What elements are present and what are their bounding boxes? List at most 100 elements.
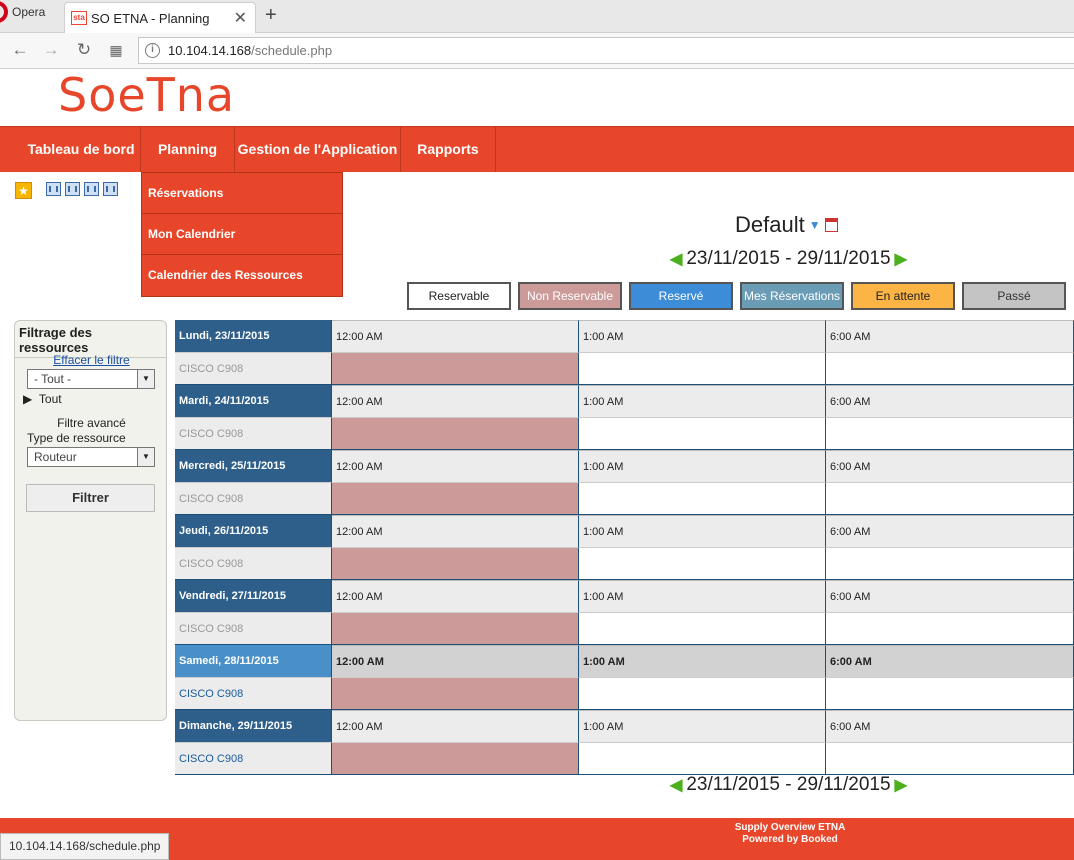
day-header-row: Mardi, 24/11/2015 12:00 AM 1:00 AM 6:00 AM	[175, 385, 1074, 417]
clear-filter-link[interactable]: Effacer le filtre	[15, 353, 168, 367]
tree-expand-icon[interactable]: ▶	[23, 392, 32, 406]
main-nav: Tableau de bord Planning Gestion de l'Ap…	[0, 126, 1074, 172]
resource-row: CISCO C908	[175, 612, 1074, 645]
favicon-icon: sta	[71, 11, 87, 25]
new-tab-icon[interactable]: +	[265, 4, 277, 27]
day-date: Samedi, 28/11/2015	[175, 645, 332, 677]
reload-icon[interactable]: ↻	[74, 40, 94, 60]
nav-planning[interactable]: Planning	[141, 127, 235, 172]
slot-reservable[interactable]	[579, 742, 826, 775]
view-day-icon[interactable]	[103, 182, 118, 196]
opera-menu-button[interactable]: Opera	[0, 0, 62, 24]
resource-name-link[interactable]: CISCO C908	[175, 742, 332, 775]
time-header: 6:00 AM	[826, 385, 1074, 417]
day-block: Vendredi, 27/11/2015 12:00 AM 1:00 AM 6:00 …	[175, 580, 1074, 645]
resource-name-link[interactable]: CISCO C908	[175, 612, 332, 645]
nav-rapports[interactable]: Rapports	[401, 127, 496, 172]
time-header: 6:00 AM	[826, 580, 1074, 612]
day-header-row: Vendredi, 27/11/2015 12:00 AM 1:00 AM 6:00 …	[175, 580, 1074, 612]
slot-reservable[interactable]	[826, 547, 1074, 580]
menu-item-reservations[interactable]: Réservations	[142, 173, 342, 214]
filter-button[interactable]: Filtrer	[26, 484, 155, 512]
legend-mes-r-servations: Mes Réservations	[740, 282, 844, 310]
site-logo[interactable]: SoeTna	[58, 68, 235, 122]
day-block: Samedi, 28/11/2015 12:00 AM 1:00 AM 6:00 AM…	[175, 645, 1074, 710]
day-block: Lundi, 23/11/2015 12:00 AM 1:00 AM 6:00 AM C…	[175, 320, 1074, 385]
date-navigation-bottom: ◀ 23/11/2015 - 29/11/2015 ▶	[670, 774, 907, 796]
legend-non-reservable: Non Reservable	[518, 282, 622, 310]
opera-logo-icon	[0, 1, 8, 23]
slot-reservable[interactable]	[579, 547, 826, 580]
prev-week-icon[interactable]: ◀	[670, 775, 682, 795]
next-week-icon[interactable]: ▶	[895, 249, 907, 269]
slot-reservable[interactable]	[826, 417, 1074, 450]
menu-item-mon-calendrier[interactable]: Mon Calendrier	[142, 214, 342, 255]
favorite-star-icon[interactable]: ★	[15, 182, 32, 199]
date-range: 23/11/2015 - 29/11/2015	[686, 248, 891, 269]
view-standard-icon[interactable]	[46, 182, 61, 196]
view-wide-icon[interactable]	[65, 182, 80, 196]
slot-reservable[interactable]	[579, 352, 826, 385]
slot-reservable[interactable]	[579, 612, 826, 645]
legend-reservable: Reservable	[407, 282, 511, 310]
time-header: 6:00 AM	[826, 320, 1074, 352]
slot-non-reservable	[332, 677, 579, 710]
tab-close-icon[interactable]: ✕	[234, 8, 247, 28]
legend-pass-: Passé	[962, 282, 1066, 310]
slot-reservable[interactable]	[826, 482, 1074, 515]
slot-reservable[interactable]	[826, 742, 1074, 775]
resource-name-link[interactable]: CISCO C908	[175, 352, 332, 385]
speed-dial-icon[interactable]: ▦	[106, 42, 126, 59]
resource-name-link[interactable]: CISCO C908	[175, 417, 332, 450]
resource-tree[interactable]: ▶ Tout	[23, 392, 62, 406]
date-navigation-top: ◀ 23/11/2015 - 29/11/2015 ▶	[670, 248, 907, 270]
calendar-icon[interactable]	[824, 218, 838, 232]
slot-reservable[interactable]	[826, 352, 1074, 385]
slot-non-reservable	[332, 742, 579, 775]
time-header: 6:00 AM	[826, 515, 1074, 547]
resource-name-link[interactable]: CISCO C908	[175, 677, 332, 710]
time-header: 1:00 AM	[579, 385, 826, 417]
nav-gestion-application[interactable]: Gestion de l'Application	[235, 127, 401, 172]
browser-tabbar: Opera sta SO ETNA - Planning ✕ +	[0, 0, 1074, 33]
time-header: 12:00 AM	[332, 385, 579, 417]
time-header: 12:00 AM	[332, 645, 579, 677]
footer-line2: Powered by Booked	[742, 834, 838, 845]
time-header: 12:00 AM	[332, 580, 579, 612]
resource-type-label: Type de ressource	[27, 431, 126, 445]
browser-tab[interactable]: sta SO ETNA - Planning ✕	[64, 2, 256, 33]
nav-tableau-de-bord[interactable]: Tableau de bord	[22, 127, 141, 172]
day-block: Mardi, 24/11/2015 12:00 AM 1:00 AM 6:00 AM C…	[175, 385, 1074, 450]
url-field[interactable]: i 10.104.14.168 /schedule.php	[138, 37, 1074, 64]
time-header: 1:00 AM	[579, 320, 826, 352]
time-header: 12:00 AM	[332, 320, 579, 352]
back-icon[interactable]: ←	[10, 40, 30, 60]
status-bar-url: 10.104.14.168/schedule.php	[0, 833, 170, 860]
resource-name-link[interactable]: CISCO C908	[175, 547, 332, 580]
schedule-dropdown-icon[interactable]: ▼	[809, 218, 821, 232]
slot-reservable[interactable]	[579, 482, 826, 515]
resource-group-select[interactable]: - Tout -	[27, 369, 155, 389]
resource-type-select[interactable]: Routeur	[27, 447, 155, 467]
slot-reservable[interactable]	[579, 677, 826, 710]
url-host: 10.104.14.168	[168, 43, 252, 58]
resource-name-link[interactable]: CISCO C908	[175, 482, 332, 515]
browser-address-bar: ← → ↻ ▦ i 10.104.14.168 /schedule.php	[0, 33, 1074, 69]
time-header: 1:00 AM	[579, 645, 826, 677]
time-header: 6:00 AM	[826, 450, 1074, 482]
forward-icon[interactable]: →	[41, 40, 61, 60]
resource-row: CISCO C908	[175, 677, 1074, 710]
legend-reserv-: Reservé	[629, 282, 733, 310]
footer-text: Supply Overview ETNA Powered by Booked	[700, 822, 880, 846]
slot-reservable[interactable]	[826, 677, 1074, 710]
day-header-row: Mercredi, 25/11/2015 12:00 AM 1:00 AM 6:00 …	[175, 450, 1074, 482]
resource-row: CISCO C908	[175, 547, 1074, 580]
site-info-icon[interactable]: i	[145, 43, 160, 58]
slot-reservable[interactable]	[826, 612, 1074, 645]
next-week-icon[interactable]: ▶	[895, 775, 907, 795]
slot-reservable[interactable]	[579, 417, 826, 450]
menu-item-calendrier-ressources[interactable]: Calendrier des Ressources	[142, 255, 342, 296]
day-header-row: Samedi, 28/11/2015 12:00 AM 1:00 AM 6:00 AM	[175, 645, 1074, 677]
prev-week-icon[interactable]: ◀	[670, 249, 682, 269]
view-week-icon[interactable]	[84, 182, 99, 196]
